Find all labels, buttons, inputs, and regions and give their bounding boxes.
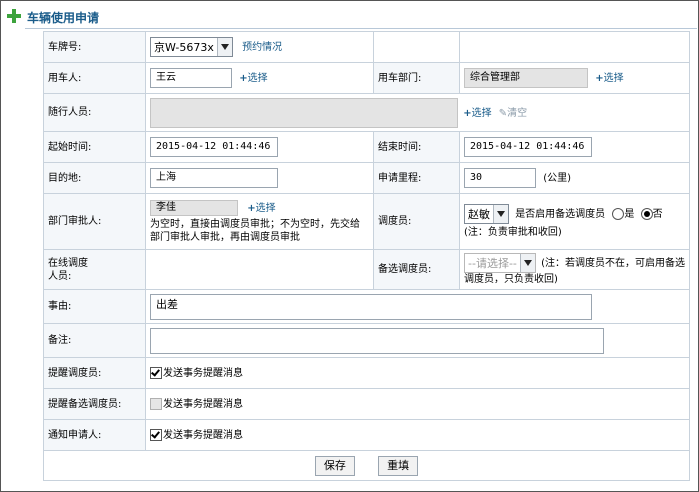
- user-label: 用车人:: [43, 62, 146, 94]
- remark-label: 备注:: [43, 323, 146, 358]
- reset-button[interactable]: 重填: [378, 455, 419, 476]
- dept-input[interactable]: 综合管理部: [464, 68, 588, 88]
- companions-label: 随行人员:: [43, 93, 146, 132]
- clear-companions-link[interactable]: ✎清空: [499, 108, 527, 119]
- remind-backup-checkbox[interactable]: [150, 397, 162, 410]
- notify-applicant-text: 发送事务提醒消息: [163, 429, 243, 441]
- remark-textarea[interactable]: [150, 327, 604, 354]
- chevron-down-icon: [216, 38, 232, 56]
- plus-icon: +: [463, 107, 472, 119]
- select-user-label: 选择: [247, 73, 268, 84]
- reason-label: 事由:: [43, 289, 146, 324]
- yes-label: 是: [624, 209, 635, 220]
- enable-backup-label: 是否启用备选调度员: [515, 209, 606, 220]
- enable-backup-yes-radio[interactable]: [612, 208, 625, 220]
- backup-label: 备选调度员:: [373, 249, 460, 290]
- chevron-down-icon: [519, 254, 535, 272]
- online-dispatcher-label: 在线调度人员:: [43, 249, 146, 290]
- remind-dispatcher-text: 发送事务提醒消息: [163, 367, 243, 379]
- select-dept-label: 选择: [603, 73, 624, 84]
- remind-dispatcher-checkbox[interactable]: [150, 366, 162, 379]
- plus-icon: +: [595, 73, 604, 84]
- online-dispatcher-list: [145, 249, 374, 290]
- select-approver-link[interactable]: +选择: [247, 203, 275, 214]
- dispatcher-label: 调度员:: [373, 193, 460, 250]
- approver-label: 部门审批人:: [43, 193, 146, 250]
- page-title: 车辆使用申请: [27, 11, 100, 25]
- dispatcher-note: (注：负责审批和收回): [464, 227, 562, 238]
- mileage-label: 申请里程:: [373, 162, 460, 194]
- end-time-input[interactable]: 2015-04-12 01:44:46: [464, 137, 592, 157]
- destination-input[interactable]: 上海: [150, 168, 278, 188]
- select-approver-label: 选择: [255, 202, 276, 214]
- dept-label: 用车部门:: [373, 62, 460, 94]
- dispatcher-select[interactable]: 赵敏: [464, 204, 509, 224]
- plate-select[interactable]: 京W-5673x: [150, 37, 233, 57]
- reason-textarea[interactable]: 出差: [150, 293, 592, 320]
- select-companions-link[interactable]: +选择: [463, 108, 491, 119]
- companions-input[interactable]: [150, 97, 458, 128]
- save-button[interactable]: 保存: [314, 455, 355, 476]
- plate-value: 京W-5673x: [154, 40, 214, 54]
- dispatcher-value: 赵敏: [468, 207, 490, 221]
- approver-note: 为空时，直接由调度员审批；不为空时，先交给部门审批人审批，再由调度员审批: [150, 218, 360, 243]
- select-user-link[interactable]: +选择: [239, 73, 267, 84]
- title-bar: 车辆使用申请: [1, 1, 698, 31]
- destination-label: 目的地:: [43, 162, 146, 194]
- select-dept-link[interactable]: +选择: [595, 73, 623, 84]
- plus-icon: +: [247, 202, 256, 214]
- approver-input[interactable]: 李佳: [150, 199, 238, 216]
- notify-applicant-label: 通知申请人:: [43, 419, 146, 451]
- empty-cell: [459, 31, 690, 63]
- green-plus-icon: [7, 9, 21, 23]
- plate-label: 车牌号:: [43, 31, 146, 63]
- start-time-input[interactable]: 2015-04-12 01:44:46: [150, 137, 278, 157]
- backup-value: --请选择--: [468, 256, 517, 270]
- chevron-down-icon: [493, 205, 508, 223]
- vehicle-request-form: 车牌号: 京W-5673x 预约情况 用车人: 王云 +选择 用车部门: 综合管…: [43, 31, 690, 481]
- notify-applicant-checkbox[interactable]: [150, 428, 162, 441]
- no-label: 否: [652, 209, 663, 220]
- end-time-label: 结束时间:: [373, 131, 460, 163]
- remind-backup-label: 提醒备选调度员:: [43, 388, 146, 420]
- start-time-label: 起始时间:: [43, 131, 146, 163]
- remind-backup-text: 发送事务提醒消息: [163, 398, 243, 410]
- empty-cell: [373, 31, 460, 63]
- user-input[interactable]: 王云: [150, 68, 232, 88]
- form-window: 车辆使用申请 车牌号: 京W-5673x 预约情况 用车人: 王云 +选择 用车…: [0, 0, 699, 492]
- booking-link[interactable]: 预约情况: [242, 42, 282, 53]
- select-companions-label: 选择: [471, 107, 492, 119]
- clear-companions-label: 清空: [507, 107, 528, 119]
- title-divider: [25, 28, 697, 29]
- eraser-icon: ✎: [498, 107, 508, 119]
- enable-backup-no-radio[interactable]: [640, 208, 653, 220]
- mileage-input[interactable]: 30: [464, 168, 536, 188]
- remind-dispatcher-label: 提醒调度员:: [43, 357, 146, 389]
- mileage-unit: (公里): [543, 173, 571, 184]
- backup-select[interactable]: --请选择--: [464, 253, 536, 273]
- plus-icon: +: [239, 73, 248, 84]
